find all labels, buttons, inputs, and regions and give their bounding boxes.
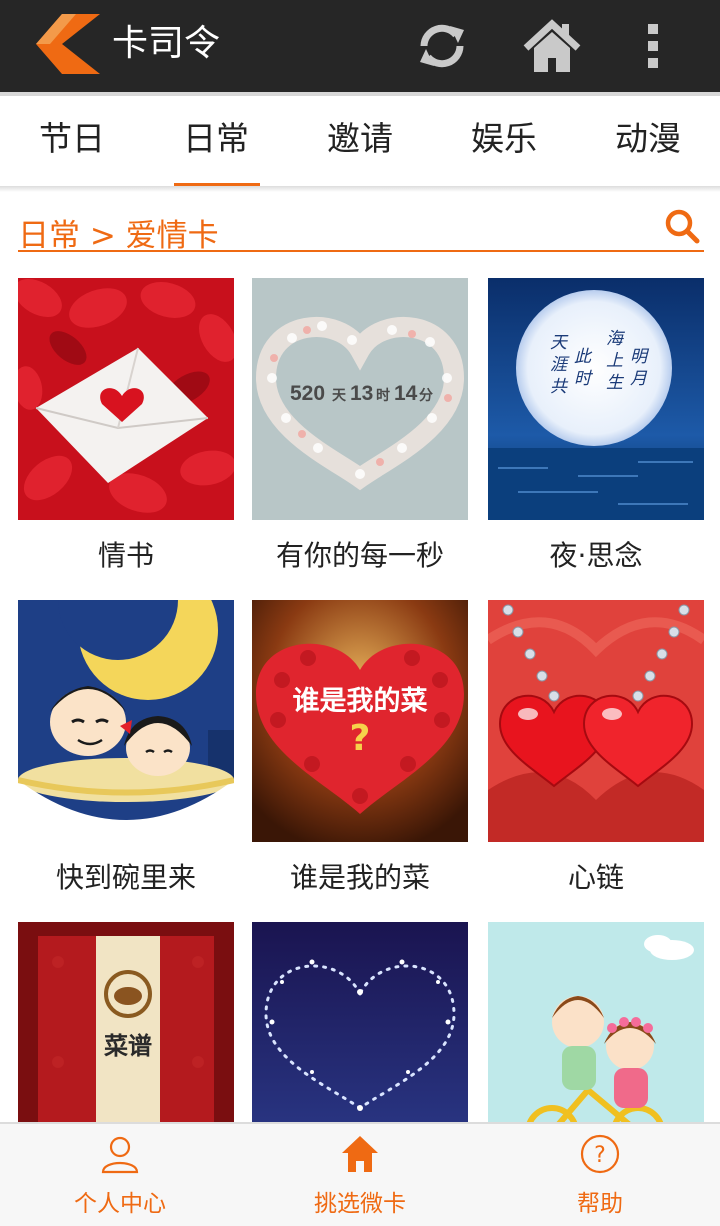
- tab-entertainment[interactable]: 娱乐: [432, 96, 576, 188]
- counter-days: 520: [290, 382, 325, 405]
- tab-label: 节日: [39, 119, 105, 158]
- category-tabs: 节日 日常 邀请 娱乐 动漫: [0, 96, 720, 188]
- breadcrumb-text: 日常 > 爱情卡: [18, 218, 219, 254]
- card-title: 快到碗里来: [55, 861, 196, 894]
- question-mark: ?: [350, 718, 371, 759]
- card-caption: 谁是我的菜: [293, 685, 428, 717]
- card-come-to-bowl[interactable]: 快到碗里来: [18, 600, 234, 894]
- tabs-shadow: [0, 186, 720, 192]
- bottom-navigation: 个人中心 挑选微卡 ? 帮助: [0, 1122, 720, 1226]
- card-title: 心链: [567, 861, 624, 894]
- home-icon: [342, 1136, 378, 1172]
- card-thumbnail: [18, 278, 234, 520]
- search-icon[interactable]: [664, 208, 700, 244]
- counter-minutes: 14: [394, 382, 418, 405]
- card-thumbnail: [488, 600, 704, 842]
- nav-pick-card[interactable]: 挑选微卡: [240, 1124, 480, 1226]
- help-icon: ?: [580, 1134, 620, 1174]
- card-thumbnail: 谁是我的菜 ?: [252, 600, 468, 842]
- nav-label: 挑选微卡: [314, 1191, 406, 1217]
- tab-holiday[interactable]: 节日: [0, 96, 144, 188]
- svg-text:?: ?: [594, 1143, 606, 1168]
- person-icon: [101, 1136, 139, 1174]
- action-bar: 卡司令: [0, 0, 720, 92]
- counter-hours: 13: [350, 382, 373, 405]
- home-button[interactable]: [516, 14, 588, 78]
- counter-day-unit: 天: [332, 387, 347, 403]
- card-thumbnail: [18, 600, 234, 842]
- tab-daily[interactable]: 日常: [144, 96, 288, 188]
- nav-label: 帮助: [577, 1191, 623, 1217]
- overflow-menu-button[interactable]: [628, 14, 678, 78]
- card-night-longing[interactable]: 天涯共 此时 海上生 明月 夜·思念: [488, 278, 704, 572]
- overflow-menu-icon: [648, 24, 658, 68]
- home-icon: [523, 19, 581, 72]
- tab-label: 娱乐: [471, 119, 537, 158]
- nav-help[interactable]: ? 帮助: [480, 1124, 720, 1226]
- card-who-is-my-dish[interactable]: 谁是我的菜 ? 谁是我的菜: [252, 600, 468, 894]
- svg-text:共: 共: [550, 377, 569, 397]
- card-title: 夜·思念: [549, 539, 643, 572]
- tab-label: 动漫: [615, 119, 681, 158]
- card-title: 有你的每一秒: [275, 539, 444, 572]
- card-every-second[interactable]: 520 天 13 时 14 分 有你的每一秒: [252, 278, 468, 572]
- counter-hour-unit: 时: [376, 387, 390, 403]
- menu-caption: 菜谱: [103, 1031, 152, 1060]
- card-heart-chain[interactable]: 心链: [488, 600, 704, 894]
- refresh-button[interactable]: [408, 14, 476, 78]
- tab-invite[interactable]: 邀请: [288, 96, 432, 188]
- nav-label: 个人中心: [74, 1191, 166, 1217]
- breadcrumb: 日常 > 爱情卡: [18, 206, 704, 254]
- svg-text:此: 此: [574, 347, 593, 367]
- svg-text:月: 月: [630, 369, 648, 389]
- svg-text:天: 天: [550, 333, 569, 353]
- tab-anime[interactable]: 动漫: [576, 96, 720, 188]
- nav-personal-center[interactable]: 个人中心: [0, 1124, 240, 1226]
- svg-text:生: 生: [606, 373, 625, 393]
- tab-label: 日常: [183, 119, 249, 158]
- card-title: 谁是我的菜: [289, 861, 430, 894]
- card-title: 情书: [97, 539, 154, 572]
- card-love-letter[interactable]: 情书: [18, 278, 234, 572]
- refresh-icon: [420, 24, 464, 68]
- card-thumbnail: 天涯共 此时 海上生 明月: [488, 278, 704, 520]
- back-logo-icon[interactable]: [36, 14, 102, 74]
- app-title: 卡司令: [112, 23, 221, 64]
- tab-label: 邀请: [327, 119, 393, 158]
- counter-minute-unit: 分: [419, 387, 433, 403]
- svg-text:上: 上: [606, 351, 624, 371]
- card-thumbnail: 520 天 13 时 14 分: [252, 278, 468, 520]
